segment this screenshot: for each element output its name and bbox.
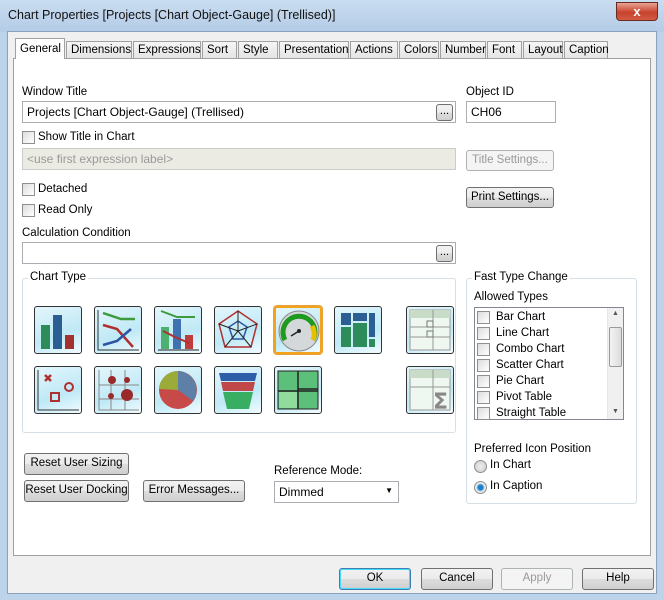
allowed-type-checkbox[interactable] bbox=[477, 359, 490, 372]
tab-dimensions[interactable]: Dimensions bbox=[66, 41, 132, 59]
tab-font[interactable]: Font bbox=[487, 41, 522, 59]
reset-user-docking-button[interactable]: Reset User Docking bbox=[24, 480, 129, 502]
tab-expressions[interactable]: Expressions bbox=[133, 41, 201, 59]
in-chart-radio[interactable] bbox=[474, 460, 487, 473]
show-title-checkbox[interactable] bbox=[22, 131, 35, 144]
allowed-type-label: Combo Chart bbox=[496, 343, 565, 355]
detached-checkbox[interactable] bbox=[22, 183, 35, 196]
tab-actions[interactable]: Actions bbox=[350, 41, 398, 59]
allowed-types-label: Allowed Types bbox=[474, 291, 548, 303]
chart-type-label: Chart Type bbox=[28, 271, 89, 283]
tab-layout[interactable]: Layout bbox=[523, 41, 563, 59]
scroll-up-icon[interactable]: ▲ bbox=[612, 310, 619, 317]
scroll-down-icon[interactable]: ▼ bbox=[612, 408, 619, 415]
reference-mode-select[interactable]: Dimmed ▼ bbox=[274, 481, 399, 503]
bar-chart-icon[interactable] bbox=[34, 306, 82, 354]
window-title-ellipsis-button[interactable]: ... bbox=[436, 104, 453, 121]
apply-button[interactable]: Apply bbox=[501, 568, 573, 590]
allowed-type-checkbox[interactable] bbox=[477, 375, 490, 388]
grid-chart-icon[interactable] bbox=[94, 366, 142, 414]
allowed-type-checkbox[interactable] bbox=[477, 407, 490, 420]
in-caption-label: In Caption bbox=[490, 480, 543, 492]
object-id-label: Object ID bbox=[466, 86, 514, 98]
window-title-label: Window Title bbox=[22, 86, 88, 98]
window-title: Chart Properties [Projects [Chart Object… bbox=[8, 8, 336, 22]
tab-number[interactable]: Number bbox=[440, 41, 486, 59]
allowed-type-checkbox[interactable] bbox=[477, 343, 490, 356]
combo-chart-icon[interactable] bbox=[154, 306, 202, 354]
object-id-input[interactable]: CH06 bbox=[466, 101, 556, 123]
tab-sort[interactable]: Sort bbox=[202, 41, 237, 59]
pie-chart-icon[interactable] bbox=[154, 366, 202, 414]
allowed-types-list[interactable]: Bar Chart Line Chart Combo Chart Scatter Ch… bbox=[474, 307, 624, 420]
window-title-input[interactable]: Projects [Chart Object-Gauge] (Trellised… bbox=[22, 101, 456, 123]
reference-mode-value: Dimmed bbox=[279, 485, 324, 499]
tab-style[interactable]: Style bbox=[238, 41, 278, 59]
scatter-chart-icon[interactable] bbox=[34, 366, 82, 414]
line-chart-icon[interactable] bbox=[94, 306, 142, 354]
title-text-input[interactable]: <use first expression label> bbox=[22, 148, 456, 170]
title-settings-button[interactable]: Title Settings... bbox=[466, 150, 554, 171]
error-messages-button[interactable]: Error Messages... bbox=[143, 480, 245, 502]
scroll-thumb[interactable] bbox=[609, 327, 622, 367]
in-chart-label: In Chart bbox=[490, 459, 531, 471]
gauge-chart-icon[interactable] bbox=[274, 306, 322, 354]
allowed-type-label: Scatter Chart bbox=[496, 359, 564, 371]
block-chart-icon[interactable] bbox=[274, 366, 322, 414]
allowed-type-label: Straight Table bbox=[496, 407, 567, 419]
reference-mode-label: Reference Mode: bbox=[274, 465, 363, 477]
allowed-type-checkbox[interactable] bbox=[477, 391, 490, 404]
calc-condition-ellipsis-button[interactable]: ... bbox=[436, 245, 453, 262]
radar-chart-icon[interactable] bbox=[214, 306, 262, 354]
allowed-type-label: Pie Chart bbox=[496, 375, 544, 387]
tab-caption[interactable]: Caption bbox=[564, 41, 609, 59]
chevron-down-icon: ▼ bbox=[385, 486, 393, 495]
read-only-checkbox[interactable] bbox=[22, 204, 35, 217]
funnel-chart-icon[interactable] bbox=[214, 366, 262, 414]
svg-text:Σ: Σ bbox=[433, 390, 448, 413]
tab-presentation[interactable]: Presentation bbox=[279, 41, 349, 59]
tab-colors[interactable]: Colors bbox=[399, 41, 439, 59]
reset-user-sizing-button[interactable]: Reset User Sizing bbox=[24, 453, 129, 475]
tab-general[interactable]: General bbox=[15, 38, 65, 59]
help-button[interactable]: Help bbox=[582, 568, 654, 590]
mekko-chart-icon[interactable] bbox=[334, 306, 382, 354]
in-caption-radio[interactable] bbox=[474, 481, 487, 494]
print-settings-button[interactable]: Print Settings... bbox=[466, 187, 554, 208]
calc-condition-label: Calculation Condition bbox=[22, 227, 131, 239]
fast-type-label: Fast Type Change bbox=[472, 271, 570, 283]
allowed-type-label: Pivot Table bbox=[496, 391, 553, 403]
allowed-type-checkbox[interactable] bbox=[477, 327, 490, 340]
close-button[interactable]: x bbox=[616, 2, 658, 21]
icon-position-label: Preferred Icon Position bbox=[474, 443, 591, 455]
cancel-button[interactable]: Cancel bbox=[421, 568, 493, 590]
calc-condition-input[interactable] bbox=[22, 242, 456, 264]
allowed-type-checkbox[interactable] bbox=[477, 311, 490, 324]
allowed-type-label: Bar Chart bbox=[496, 311, 546, 323]
show-title-label: Show Title in Chart bbox=[38, 131, 135, 143]
list-scrollbar[interactable]: ▲ ▼ bbox=[607, 308, 623, 419]
ok-button[interactable]: OK bbox=[339, 568, 411, 590]
read-only-label: Read Only bbox=[38, 204, 93, 216]
pivot-table-icon[interactable] bbox=[406, 306, 454, 354]
allowed-type-label: Line Chart bbox=[496, 327, 550, 339]
straight-table-icon[interactable]: Σ bbox=[406, 366, 454, 414]
detached-label: Detached bbox=[38, 183, 88, 195]
